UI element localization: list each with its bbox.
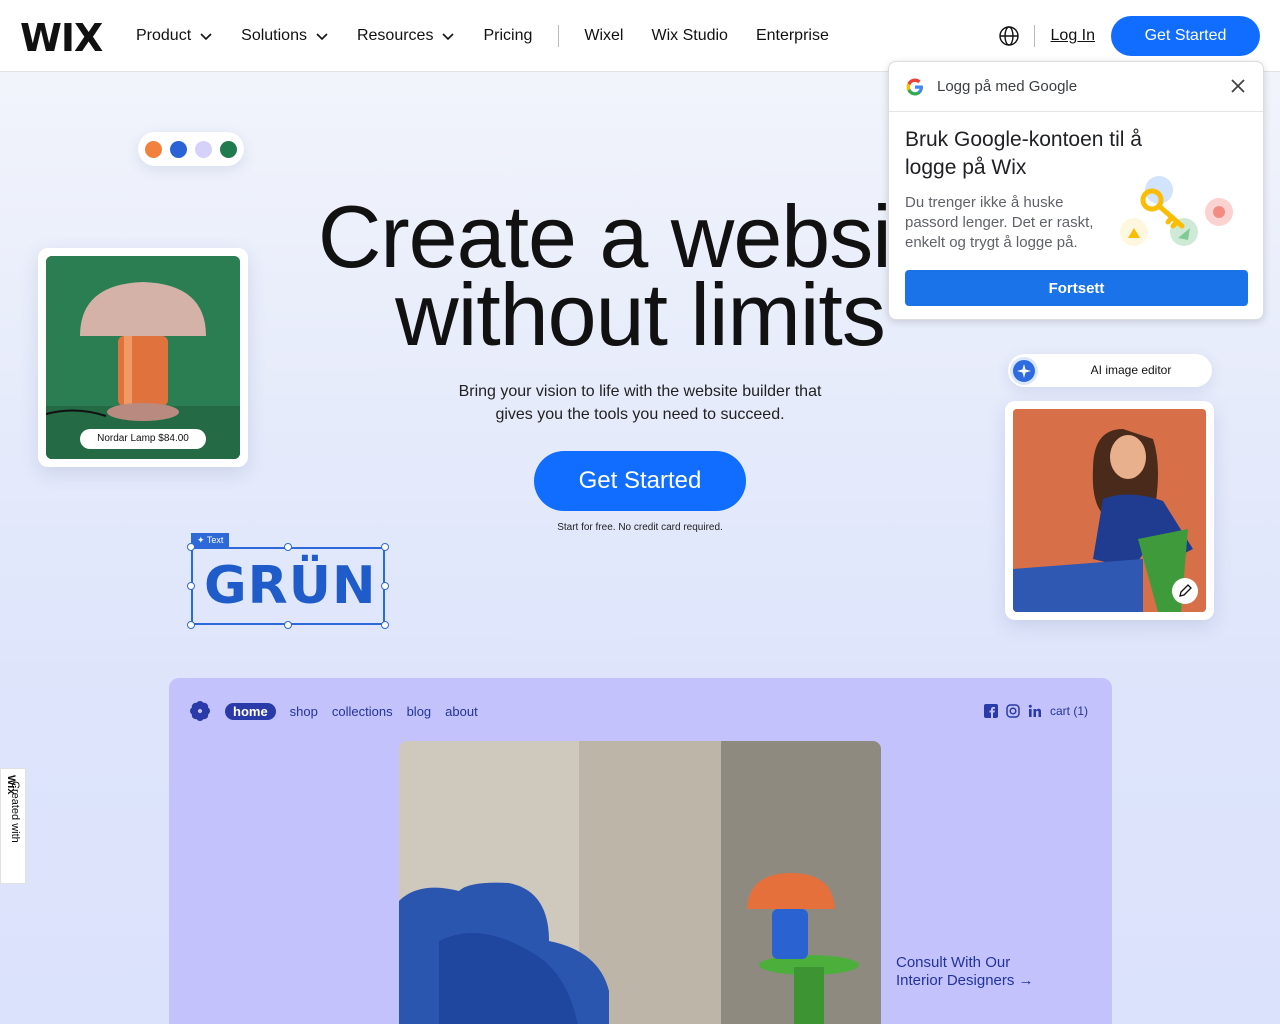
popup-header-title: Logg på med Google bbox=[937, 78, 1078, 95]
pencil-icon bbox=[1179, 584, 1192, 597]
preview-nav-blog[interactable]: blog bbox=[407, 704, 432, 719]
badge-text: Created with Wix bbox=[5, 775, 21, 843]
linkedin-icon[interactable] bbox=[1028, 704, 1042, 718]
close-icon[interactable] bbox=[1229, 77, 1247, 95]
chevron-down-icon bbox=[442, 33, 455, 41]
popup-description: Du trenger ikke å huske passord lenger. … bbox=[905, 194, 1094, 251]
palette-swatch bbox=[170, 140, 187, 158]
badge-prefix: Created with bbox=[9, 781, 21, 843]
sparkle-glyph bbox=[1017, 364, 1031, 378]
color-palette bbox=[138, 132, 244, 166]
palette-swatch bbox=[195, 140, 212, 158]
preview-nav-home[interactable]: home bbox=[225, 702, 276, 720]
product-card[interactable]: Nordar Lamp $84.00 bbox=[38, 248, 248, 467]
preview-nav-collections[interactable]: collections bbox=[332, 704, 393, 719]
nav-divider bbox=[558, 25, 560, 47]
sparkle-icon bbox=[1010, 357, 1038, 385]
popup-header: Logg på med Google bbox=[889, 62, 1263, 112]
nav-wixel[interactable]: Wixel bbox=[584, 27, 623, 45]
chevron-down-icon bbox=[200, 33, 212, 41]
key-illustration bbox=[1120, 176, 1233, 246]
palette-swatch bbox=[220, 140, 237, 158]
chevron-down-icon bbox=[316, 33, 328, 41]
nav-enterprise[interactable]: Enterprise bbox=[756, 27, 829, 45]
preview-cart[interactable]: cart (1) bbox=[1050, 704, 1088, 718]
palette-swatch bbox=[145, 140, 162, 158]
resize-handle[interactable] bbox=[187, 582, 195, 590]
preview-nav-shop[interactable]: shop bbox=[290, 704, 318, 719]
nav-pricing[interactable]: Pricing bbox=[483, 27, 532, 45]
site-preview: home shop collections blog about cart (1… bbox=[169, 678, 1112, 1024]
header-get-started-button[interactable]: Get Started bbox=[1111, 16, 1260, 56]
preview-hero-image bbox=[399, 741, 881, 1024]
resize-handle[interactable] bbox=[381, 543, 389, 551]
hero-subtitle-line1: Bring your vision to life with the websi… bbox=[458, 383, 822, 400]
portrait-image bbox=[1013, 409, 1206, 612]
preview-nav-about[interactable]: about bbox=[445, 704, 478, 719]
preview-social: cart (1) bbox=[983, 704, 1088, 718]
nav-product-label: Product bbox=[136, 27, 192, 44]
google-signin-popup: Logg på med Google Bruk Google-kontoen t… bbox=[888, 61, 1264, 320]
nav-product[interactable]: Product bbox=[136, 27, 213, 45]
nav-solutions[interactable]: Solutions bbox=[241, 27, 329, 45]
image-card[interactable] bbox=[1005, 401, 1214, 620]
edit-image-button[interactable] bbox=[1172, 578, 1198, 604]
hero-subtitle-line2: gives you the tools you need to succeed. bbox=[495, 406, 785, 423]
resize-handle[interactable] bbox=[187, 543, 195, 551]
hero-get-started-button[interactable]: Get Started bbox=[534, 451, 746, 511]
grun-wordmark: GRÜN bbox=[204, 556, 377, 616]
text-element-label-text: Text bbox=[206, 535, 224, 545]
nav-solutions-label: Solutions bbox=[241, 27, 307, 44]
login-link[interactable]: Log In bbox=[1051, 27, 1095, 45]
ai-editor-label: AI image editor bbox=[1090, 363, 1172, 377]
flower-logo-icon bbox=[190, 701, 210, 721]
nav-resources[interactable]: Resources bbox=[357, 27, 455, 45]
continue-button[interactable]: Fortsett bbox=[905, 270, 1248, 306]
consult-link[interactable]: Consult With Our Interior Designers → bbox=[896, 954, 1034, 990]
created-with-wix-badge[interactable]: Created with Wix bbox=[0, 768, 26, 884]
globe-icon[interactable] bbox=[998, 25, 1020, 47]
nav-pricing-label: Pricing bbox=[483, 27, 533, 44]
product-price-tag: Nordar Lamp $84.00 bbox=[80, 429, 206, 449]
main-nav: Product Solutions Resources Pricing Wixe… bbox=[136, 0, 857, 72]
resize-handle[interactable] bbox=[284, 543, 292, 551]
hero-note: Start for free. No credit card required. bbox=[557, 522, 723, 533]
tools-divider bbox=[1033, 25, 1035, 47]
wix-logo[interactable]: WIX bbox=[20, 16, 103, 60]
consult-line2: Interior Designers → bbox=[896, 972, 1034, 989]
lamp-image: Nordar Lamp $84.00 bbox=[46, 256, 240, 459]
instagram-icon[interactable] bbox=[1006, 704, 1020, 718]
text-element-label: ✦ Text bbox=[191, 533, 230, 547]
nav-resources-label: Resources bbox=[356, 27, 434, 44]
nav-wix-studio[interactable]: Wix Studio bbox=[651, 27, 727, 45]
google-icon bbox=[906, 78, 923, 95]
resize-handle[interactable] bbox=[187, 621, 195, 629]
preview-nav: home shop collections blog about bbox=[189, 700, 478, 722]
resize-handle[interactable] bbox=[381, 621, 389, 629]
header-tools: Log In Get Started bbox=[998, 16, 1260, 56]
facebook-icon[interactable] bbox=[983, 704, 998, 718]
resize-handle[interactable] bbox=[381, 582, 389, 590]
consult-line1: Consult With Our bbox=[896, 954, 1011, 971]
resize-handle[interactable] bbox=[284, 621, 292, 629]
interior-illustration bbox=[399, 741, 881, 1024]
hero-subtitle: Bring your vision to life with the websi… bbox=[420, 380, 860, 426]
